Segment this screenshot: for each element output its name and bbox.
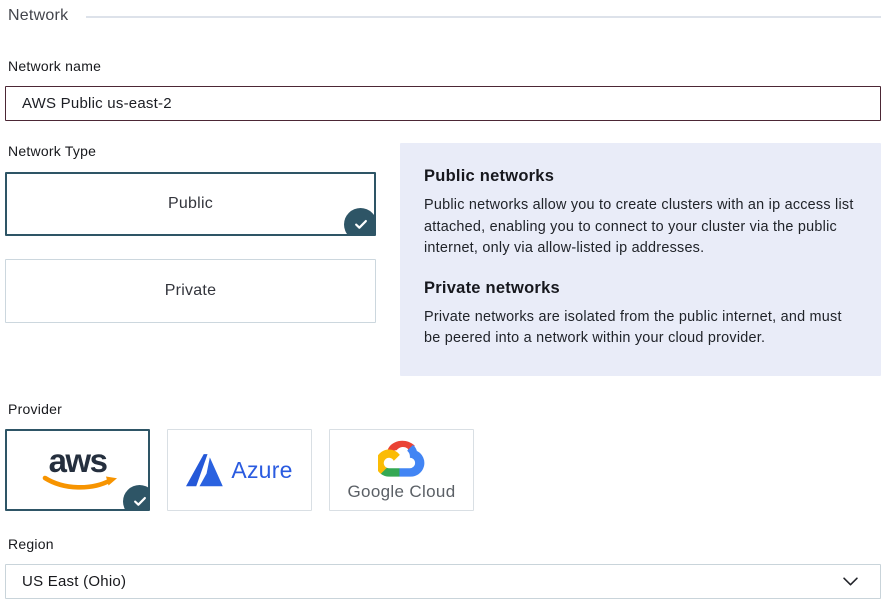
chevron-down-icon [843, 577, 858, 586]
info-block-public: Public networks Public networks allow yo… [424, 167, 857, 260]
selected-check-badge [123, 485, 150, 511]
info-block-private: Private networks Private networks are is… [424, 279, 857, 350]
section-header: Network [8, 7, 881, 25]
info-body: Public networks allow you to create clus… [424, 195, 857, 260]
section-divider [86, 16, 881, 18]
provider-option-azure[interactable]: Azure [167, 429, 312, 511]
info-heading: Private networks [424, 279, 857, 298]
network-type-option-private[interactable]: Private [5, 259, 376, 323]
network-name-label: Network name [8, 58, 881, 74]
provider-label: Provider [8, 401, 881, 417]
page-title: Network [8, 7, 68, 25]
network-type-option-public[interactable]: Public [5, 172, 376, 236]
network-type-row: Network Type Public Private Public netwo… [5, 143, 881, 376]
info-heading: Public networks [424, 167, 857, 186]
check-icon [133, 496, 147, 507]
selected-check-badge [344, 208, 376, 236]
provider-option-google-cloud[interactable]: Google Cloud [329, 429, 474, 511]
aws-smile-icon [42, 475, 120, 492]
network-type-info-panel: Public networks Public networks allow yo… [400, 143, 881, 376]
provider-row: aws Azure [5, 429, 881, 511]
network-type-column: Network Type Public Private [5, 143, 376, 323]
network-type-option-label: Private [165, 282, 216, 300]
google-cloud-logo-icon: Google Cloud [347, 439, 455, 502]
azure-logo-icon: Azure [186, 454, 292, 487]
info-body: Private networks are isolated from the p… [424, 307, 857, 350]
check-icon [354, 219, 368, 230]
network-name-input[interactable] [5, 86, 881, 121]
network-type-label: Network Type [8, 143, 376, 159]
region-label: Region [8, 536, 881, 552]
provider-option-aws[interactable]: aws [5, 429, 150, 511]
region-select[interactable]: US East (Ohio) [5, 564, 881, 599]
network-type-option-label: Public [168, 195, 213, 213]
region-selected-value: US East (Ohio) [22, 573, 843, 590]
aws-logo-icon: aws [36, 444, 120, 492]
google-cloud-label: Google Cloud [347, 482, 455, 502]
azure-label: Azure [231, 457, 292, 484]
google-cloud-icon [378, 439, 425, 478]
azure-triangle-icon [186, 454, 223, 487]
aws-wordmark: aws [49, 444, 107, 477]
network-form: Network Network name Network Type Public… [0, 0, 887, 599]
